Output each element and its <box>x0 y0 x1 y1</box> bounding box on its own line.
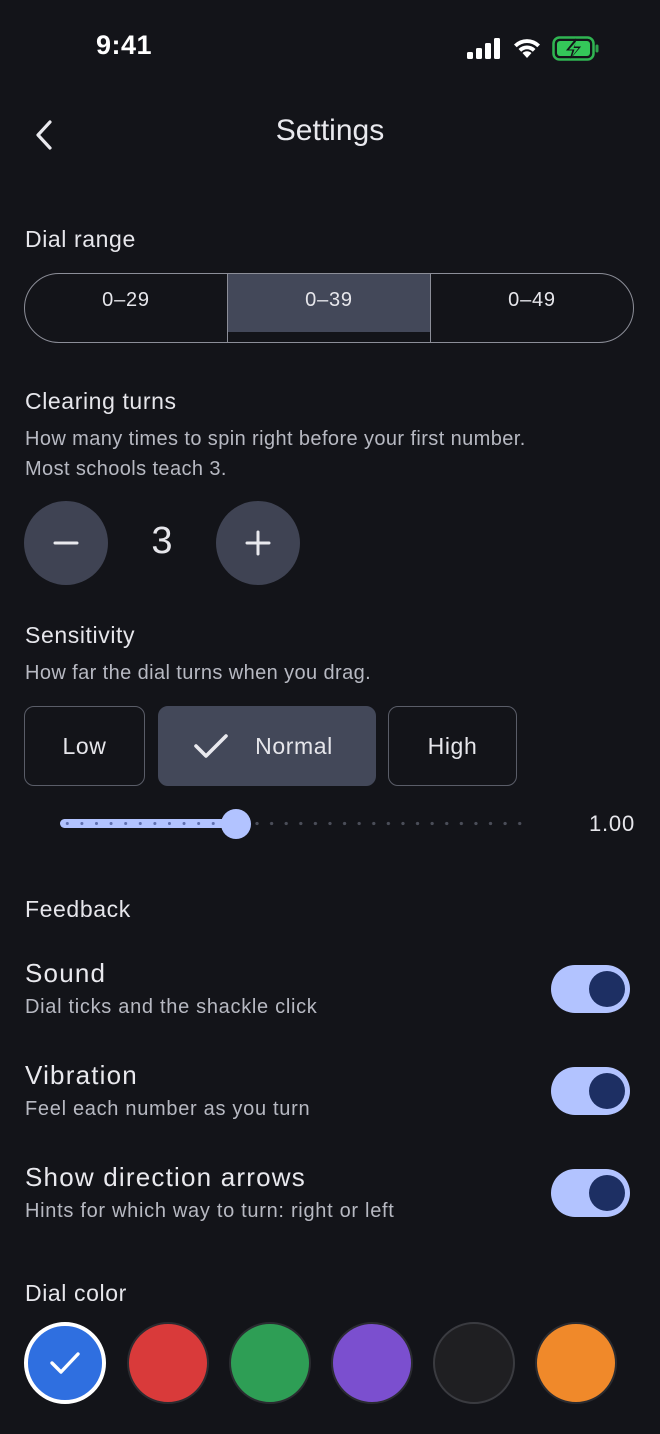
checkmark-icon <box>194 734 228 758</box>
clearing-turns-description-line2: Most schools teach 3. <box>25 458 227 480</box>
cellular-signal-icon <box>467 38 500 59</box>
sensitivity-title: Sensitivity <box>25 622 136 648</box>
clearing-turns-description-line1: How many times to spin right before your… <box>25 428 526 450</box>
vibration-label: Vibration <box>25 1060 138 1090</box>
sensitivity-option-normal[interactable]: Normal <box>158 706 376 786</box>
sensitivity-option-label: High <box>427 732 478 759</box>
dial-range-option-0-49[interactable]: 0–49 <box>430 274 633 342</box>
checkmark-icon <box>50 1352 80 1374</box>
sensitivity-slider-thumb[interactable] <box>221 809 251 839</box>
color-swatch-green[interactable] <box>229 1322 311 1404</box>
sensitivity-slider-fill <box>60 819 236 828</box>
dial-range-title: Dial range <box>25 226 136 252</box>
direction-arrows-description: Hints for which way to turn: right or le… <box>25 1200 395 1222</box>
sensitivity-option-label: Normal <box>255 732 333 759</box>
direction-arrows-label: Show direction arrows <box>25 1162 306 1192</box>
feedback-title: Feedback <box>25 896 131 922</box>
page-title: Settings <box>275 114 385 147</box>
color-swatch-blue[interactable] <box>24 1322 106 1404</box>
toggle-knob <box>589 1073 625 1109</box>
direction-arrows-toggle[interactable] <box>551 1169 630 1217</box>
sensitivity-option-high[interactable]: High <box>388 706 517 786</box>
sound-label: Sound <box>25 958 107 988</box>
minus-icon <box>53 541 79 545</box>
status-time: 9:41 <box>96 30 153 60</box>
dial-range-option-0-39[interactable]: 0–39 <box>227 274 430 342</box>
dial-range-segmented-control: 0–29 0–39 0–49 <box>24 273 634 343</box>
battery-charging-icon <box>552 36 599 61</box>
wifi-icon <box>514 39 540 58</box>
color-swatch-red[interactable] <box>127 1322 209 1404</box>
dial-color-title: Dial color <box>25 1280 127 1306</box>
vibration-toggle[interactable] <box>551 1067 630 1115</box>
sensitivity-option-label: Low <box>62 732 107 759</box>
color-swatch-purple[interactable] <box>331 1322 413 1404</box>
sensitivity-option-low[interactable]: Low <box>24 706 145 786</box>
color-swatch-orange[interactable] <box>535 1322 617 1404</box>
dial-range-option-0-29[interactable]: 0–29 <box>25 274 227 342</box>
increment-button[interactable] <box>216 501 300 585</box>
sensitivity-slider-value: 1.00 <box>588 811 635 836</box>
vibration-description: Feel each number as you turn <box>25 1098 311 1120</box>
color-swatch-black[interactable] <box>433 1322 515 1404</box>
toggle-knob <box>589 971 625 1007</box>
clearing-turns-value: 3 <box>151 520 173 562</box>
decrement-button[interactable] <box>24 501 108 585</box>
clearing-turns-title: Clearing turns <box>25 388 177 414</box>
toggle-knob <box>589 1175 625 1211</box>
sound-description: Dial ticks and the shackle click <box>25 996 318 1018</box>
sound-toggle[interactable] <box>551 965 630 1013</box>
plus-icon <box>245 530 271 556</box>
sensitivity-description: How far the dial turns when you drag. <box>25 662 372 684</box>
